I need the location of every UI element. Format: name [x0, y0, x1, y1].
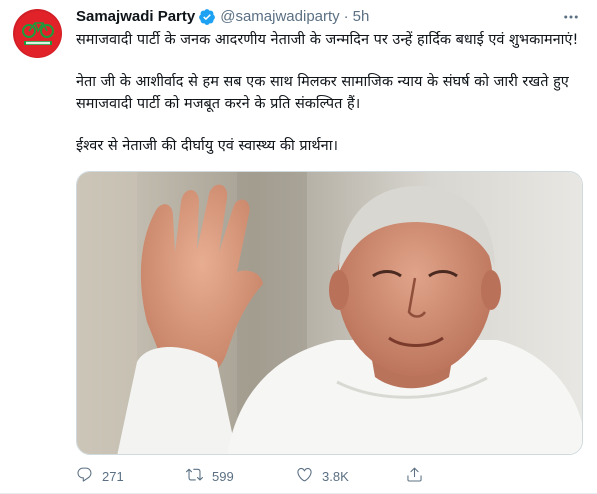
share-icon: [406, 466, 423, 486]
tweet-header: Samajwadi Party @samajwadiparty · 5h: [76, 7, 583, 27]
tweet-paragraph: नेता जी के आशीर्वाद से हम सब एक साथ मिलक…: [76, 74, 569, 112]
retweet-button[interactable]: 599: [186, 466, 296, 486]
like-count: 3.8K: [322, 468, 349, 484]
verified-badge-icon: [198, 8, 216, 26]
tweet-text: समाजवादी पार्टी के जनक आदरणीय नेताजी के …: [76, 29, 579, 177]
like-button[interactable]: 3.8K: [296, 466, 406, 486]
reply-button[interactable]: 271: [76, 466, 186, 486]
tweet-paragraph: ईश्वर से नेताजी की दीर्घायु एवं स्वास्थ्…: [76, 138, 338, 154]
retweet-icon: [186, 466, 203, 486]
like-icon: [296, 466, 313, 486]
more-options-icon[interactable]: [559, 5, 583, 29]
tweet[interactable]: Samajwadi Party @samajwadiparty · 5h समा…: [0, 0, 597, 494]
tweet-actions: 271 599 3.8K: [76, 466, 583, 486]
reply-icon: [76, 466, 93, 486]
tweet-photo[interactable]: [76, 171, 583, 455]
retweet-count: 599: [212, 468, 234, 484]
party-logo: [14, 10, 61, 57]
tweet-paragraph: समाजवादी पार्टी के जनक आदरणीय नेताजी के …: [76, 32, 579, 48]
separator-dot: ·: [343, 8, 349, 25]
share-button[interactable]: [406, 466, 423, 486]
author-handle[interactable]: @samajwadiparty: [220, 7, 339, 27]
avatar[interactable]: [13, 9, 62, 58]
tweet-timestamp[interactable]: 5h: [353, 7, 370, 27]
author-name[interactable]: Samajwadi Party: [76, 7, 195, 27]
reply-count: 271: [102, 468, 124, 484]
